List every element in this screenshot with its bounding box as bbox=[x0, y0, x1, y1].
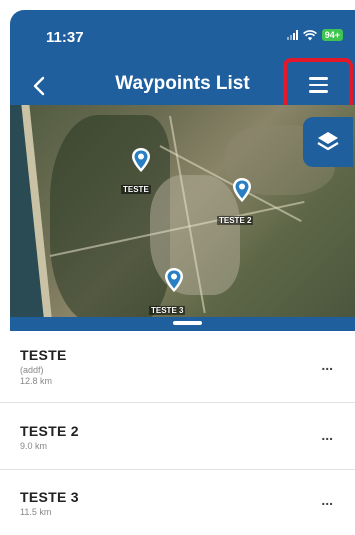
more-options-button[interactable]: ... bbox=[321, 492, 333, 508]
pin-label: TESTE bbox=[121, 185, 151, 194]
wifi-icon bbox=[302, 29, 317, 40]
list-item[interactable]: TESTE 2 9.0 km ... bbox=[0, 403, 355, 470]
layers-button[interactable] bbox=[303, 117, 353, 167]
map-pin-icon[interactable] bbox=[164, 267, 184, 293]
pin-label: TESTE 3 bbox=[149, 306, 186, 315]
waypoint-name: TESTE 3 bbox=[20, 489, 79, 505]
sheet-drag-handle[interactable] bbox=[173, 321, 202, 325]
waypoint-distance: 11.5 km bbox=[20, 507, 52, 517]
waypoint-distance: 12.8 km bbox=[20, 376, 53, 386]
waypoint-distance: 9.0 km bbox=[20, 441, 48, 451]
waypoint-name: TESTE bbox=[20, 347, 67, 363]
more-options-button[interactable]: ... bbox=[321, 427, 333, 443]
pin-label: TESTE 2 bbox=[217, 216, 254, 225]
battery-icon: 94+ bbox=[321, 29, 343, 41]
layers-icon bbox=[317, 132, 339, 151]
list-item[interactable]: TESTE (addf) 12.8 km ... bbox=[0, 331, 355, 403]
map-pin-icon[interactable] bbox=[131, 147, 151, 173]
map-pin-icon[interactable] bbox=[232, 177, 252, 203]
satellite-map[interactable]: TESTE TESTE 2 TESTE 3 bbox=[10, 105, 355, 330]
waypoint-name: TESTE 2 bbox=[20, 423, 79, 439]
waypoints-list: TESTE (addf) 12.8 km ... TESTE 2 9.0 km … bbox=[0, 331, 355, 535]
hamburger-menu-icon bbox=[308, 77, 328, 80]
status-time: 11:37 bbox=[46, 29, 84, 46]
signal-icon bbox=[286, 30, 298, 40]
hamburger-menu-button[interactable] bbox=[283, 58, 353, 112]
list-item[interactable]: TESTE 3 11.5 km ... bbox=[0, 470, 355, 535]
more-options-button[interactable]: ... bbox=[321, 357, 333, 373]
app-header: 11:37 94+ Waypoints List bbox=[10, 10, 355, 112]
status-icons: 94+ bbox=[286, 29, 343, 41]
waypoint-note: (addf) bbox=[20, 365, 44, 375]
